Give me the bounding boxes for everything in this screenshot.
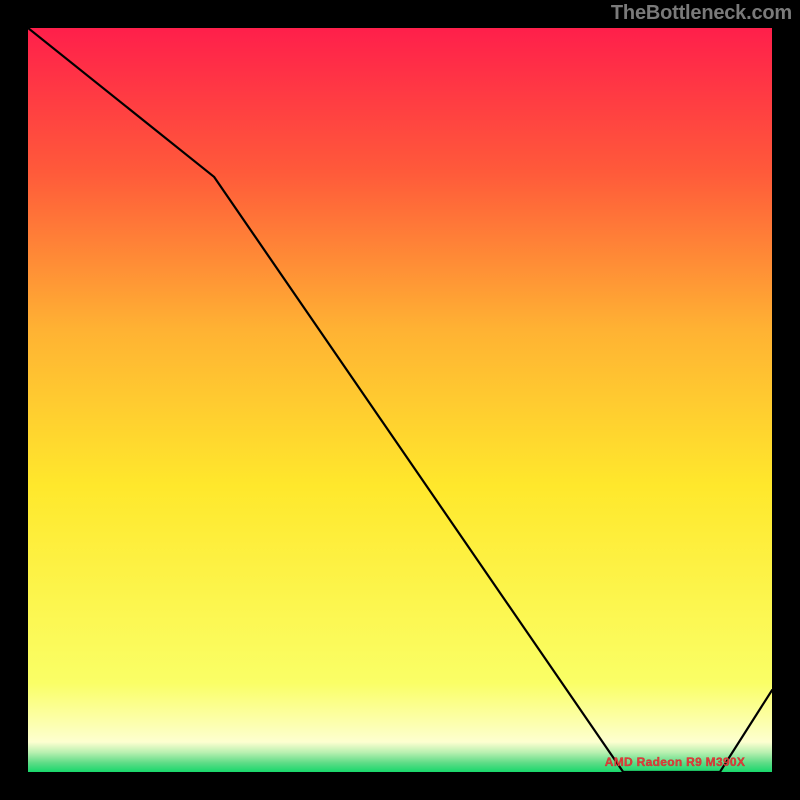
chart-container: TheBottleneck.com: [0, 0, 800, 800]
bottleneck-chart: AMD Radeon R9 M390X: [28, 28, 772, 772]
watermark-text: TheBottleneck.com: [611, 2, 792, 25]
plot-frame: AMD Radeon R9 M390X: [28, 28, 772, 772]
gradient-pale: [28, 683, 772, 742]
gradient-warm: [28, 28, 772, 683]
series-annotation: AMD Radeon R9 M390X: [605, 755, 745, 769]
